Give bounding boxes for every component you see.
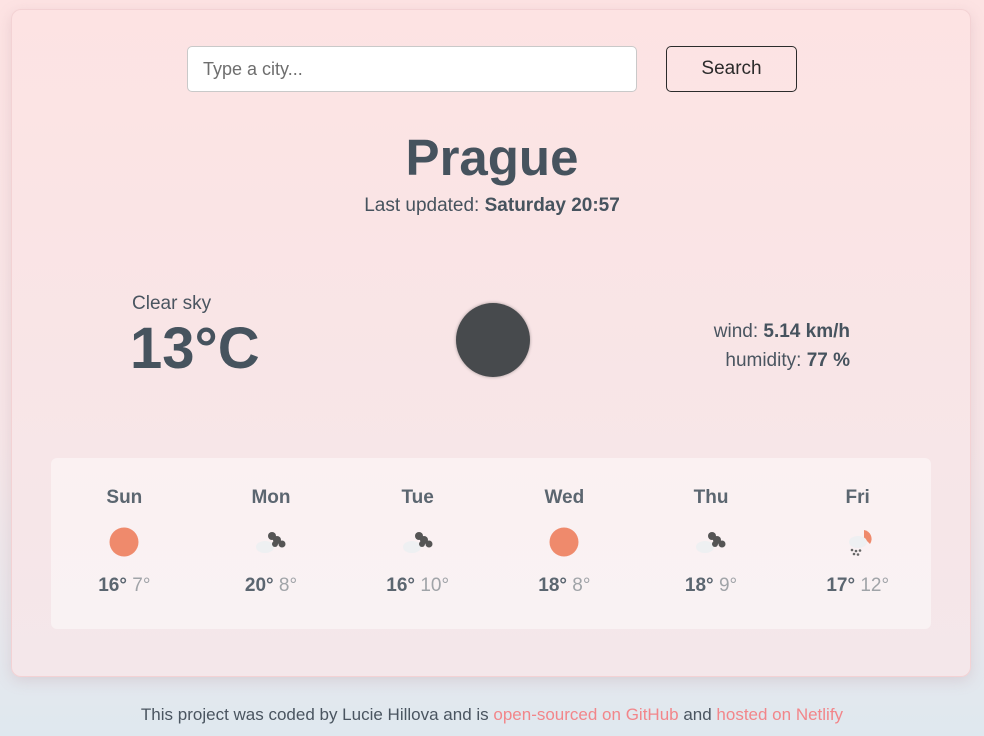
wind-label: wind: [713,321,764,342]
forecast-min-temp: 8° [572,575,591,596]
forecast-min-temp: 9° [718,575,738,596]
forecast-day-name: Tue [401,487,434,508]
forecast-day: Wed 18° 8° [491,458,638,629]
forecast-day-name: Thu [693,487,729,508]
forecast-day-name: Fri [845,487,870,508]
last-updated-value: Saturday 20:57 [484,195,620,216]
forecast-day: Thu 18° 9° [638,458,785,629]
forecast-min-temp: 7° [132,575,151,596]
sun-icon [549,527,579,557]
github-link[interactable]: open-sourced on GitHub [493,705,678,724]
forecast-day: Mon 20° 8° [198,458,345,629]
forecast-day-name: Sun [106,487,143,508]
city-name: Prague [405,129,579,186]
forecast-day-name: Wed [544,487,585,508]
sun-icon [109,527,139,557]
forecast-panel: Sun 16° 7° Mon 20° 8° Tue 16° 10° Wed 18… [51,458,931,629]
forecast-day-name: Mon [251,487,291,508]
forecast-min-temp: 8° [278,575,298,596]
forecast-max-temp: 18° [684,575,714,596]
weather-description: Clear sky [132,293,212,314]
current-temperature: 13°C [130,316,260,381]
forecast-max-temp: 17° [826,575,856,596]
forecast-max-temp: 16° [98,575,127,596]
forecast-day: Sun 16° 7° [51,458,198,629]
moon-icon [456,303,530,377]
humidity-label: humidity: [725,350,807,371]
rain-sun-icon [848,530,872,556]
search-button[interactable]: Search [666,46,797,92]
netlify-link[interactable]: hosted on Netlify [716,705,843,724]
forecast-max-temp: 16° [386,575,416,596]
footer: This project was coded by Lucie Hillova … [0,705,984,725]
forecast-min-temp: 12° [860,575,890,596]
footer-text: This project was coded by Lucie Hillova … [140,705,494,724]
forecast-day: Tue 16° 10° [344,458,491,629]
forecast-day: Fri 17° 12° [784,458,931,629]
weather-details: wind: 5.14 km/h humidity: 77 % [714,317,850,375]
wind-value: 5.14 km/h [763,321,850,342]
forecast-min-temp: 10° [420,575,450,596]
weather-card: Search Prague Last updated: Saturday 20:… [11,9,971,677]
forecast-max-temp: 20° [244,575,274,596]
footer-text: and [678,705,717,724]
last-updated: Last updated: Saturday 20:57 [12,195,972,217]
forecast-max-temp: 18° [538,575,567,596]
humidity-value: 77 % [806,350,850,371]
broken-clouds-icon [256,532,286,553]
city-search-input[interactable] [187,46,637,92]
broken-clouds-icon [402,532,433,553]
broken-clouds-icon [696,532,726,553]
last-updated-label: Last updated: [364,195,485,216]
